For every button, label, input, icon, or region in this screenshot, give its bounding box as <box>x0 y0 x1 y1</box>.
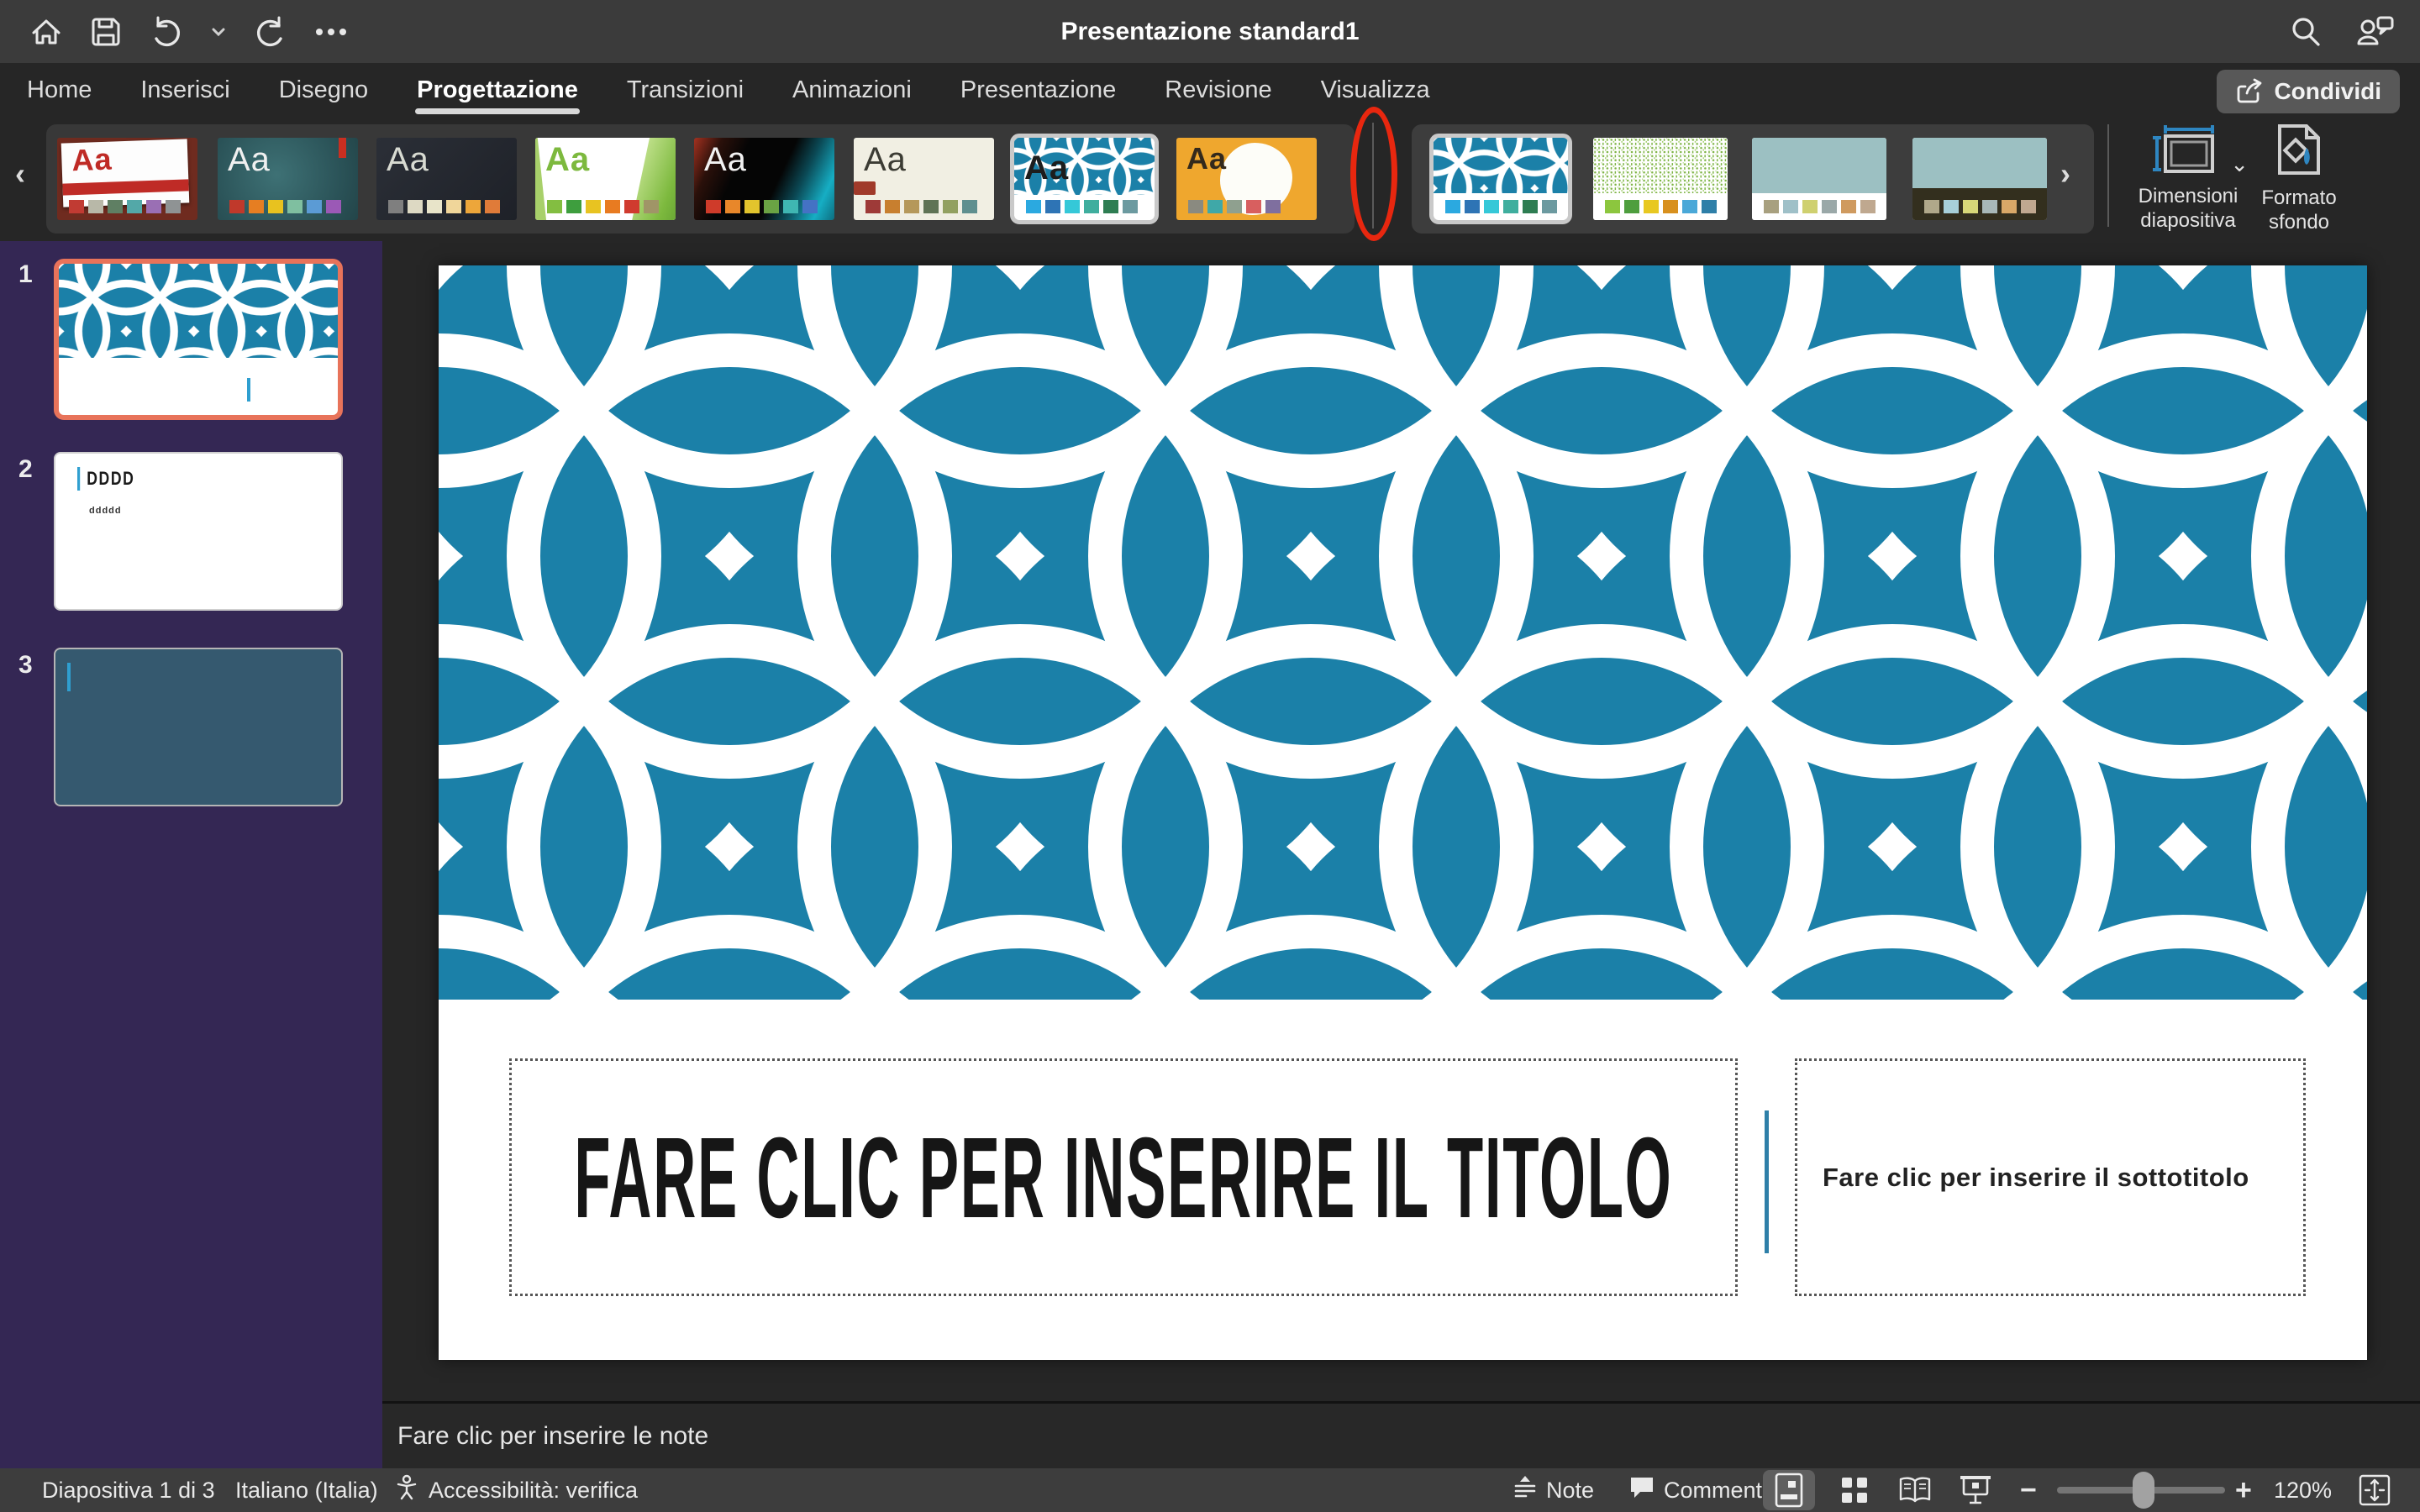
theme-color-swatches <box>706 200 818 213</box>
format-background-icon <box>2273 123 2325 181</box>
theme-color-swatches <box>1924 200 2036 213</box>
share-button-label: Condividi <box>2274 78 2381 105</box>
variants-gallery <box>1412 124 2094 234</box>
theme-color-swatches <box>69 200 181 213</box>
tab-home[interactable]: Home <box>25 70 93 111</box>
accessibility-status[interactable]: Accessibilità: verifica <box>393 1468 638 1512</box>
theme-thumbnail-blue-circles[interactable]: Aa <box>1014 138 1155 220</box>
fit-slide-to-window-button[interactable] <box>2358 1468 2391 1512</box>
tab-animazioni[interactable]: Animazioni <box>791 70 913 111</box>
slide-number-3: 3 <box>18 651 33 680</box>
red-annotation-ellipse <box>1350 107 1397 241</box>
notes-pane[interactable]: Fare clic per inserire le note <box>382 1401 2420 1468</box>
zoom-out-button[interactable]: − <box>2020 1468 2037 1512</box>
share-icon <box>2235 78 2264 105</box>
tab-transizioni[interactable]: Transizioni <box>625 70 745 111</box>
gallery-scroll-left-icon[interactable]: ‹ <box>15 156 25 192</box>
save-icon[interactable] <box>89 15 123 49</box>
theme-thumbnail-orange-badge[interactable]: Aa <box>1176 138 1317 220</box>
title-subtitle-divider <box>1765 1110 1769 1253</box>
reading-view-button[interactable] <box>1889 1470 1941 1510</box>
zoom-percentage[interactable]: 120% <box>2274 1468 2332 1512</box>
notes-toggle[interactable]: Note <box>1512 1468 1594 1512</box>
slide-thumbnail-1[interactable] <box>54 259 343 420</box>
share-button[interactable]: Condividi <box>2217 70 2400 113</box>
variant-thumbnail-variant-blue-pattern[interactable] <box>1434 138 1568 220</box>
slide-size-icon <box>2150 123 2226 179</box>
theme-color-swatches <box>1764 200 1876 213</box>
subtitle-placeholder[interactable]: Fare clic per inserire il sottotitolo <box>1795 1058 2306 1296</box>
comments-icon <box>1628 1475 1655 1506</box>
design-ribbon-gallery: ‹ AaAaAaAaAaAaAaAa › ⌄ Dimensionidiaposi… <box>0 118 2420 241</box>
slide-counter: Diapositiva 1 di 3 <box>42 1468 215 1512</box>
slide-canvas: FARE CLIC PER INSERIRE IL TITOLO Fare cl… <box>382 241 2420 1401</box>
title-placeholder-text: FARE CLIC PER INSERIRE IL TITOLO <box>574 1111 1672 1243</box>
theme-thumbnail-cream-wisp[interactable]: Aa <box>854 138 994 220</box>
theme-color-swatches <box>1445 200 1557 213</box>
slide-number-1: 1 <box>18 260 33 289</box>
more-options-icon[interactable] <box>314 27 348 37</box>
slide-size-chevron-icon: ⌄ <box>2230 151 2249 177</box>
theme-thumbnail-teal-dark[interactable]: Aa <box>218 138 358 220</box>
slide-pattern-background <box>439 265 2367 1000</box>
theme-color-swatches <box>1605 200 1717 213</box>
tab-disegno[interactable]: Disegno <box>277 70 370 111</box>
theme-thumbnail-green-facet[interactable]: Aa <box>535 138 676 220</box>
ribbon-group-divider <box>2107 124 2109 227</box>
slide-thumbnail-3[interactable] <box>54 648 343 806</box>
accessibility-icon <box>393 1474 420 1507</box>
notes-placeholder-text: Fare clic per inserire le note <box>397 1422 708 1451</box>
tab-inserisci[interactable]: Inserisci <box>139 70 231 111</box>
ribbon-tab-bar: Home Inserisci Disegno Progettazione Transiz… <box>0 63 2420 118</box>
themes-gallery: AaAaAaAaAaAaAaAa <box>46 124 1355 234</box>
slide-sorter-view-button[interactable] <box>1828 1470 1881 1510</box>
slideshow-view-button[interactable] <box>1949 1470 2002 1510</box>
variant-thumbnail-variant-green-pattern[interactable] <box>1593 138 1728 220</box>
search-icon[interactable] <box>2289 15 2323 49</box>
share-people-icon[interactable] <box>2354 13 2396 50</box>
theme-thumbnail-brick-red[interactable]: Aa <box>57 138 197 220</box>
ribbon-tabs: Home Inserisci Disegno Progettazione Transiz… <box>25 63 1432 118</box>
theme-thumbnail-charcoal[interactable]: Aa <box>376 138 517 220</box>
undo-icon[interactable] <box>148 13 185 50</box>
theme-color-swatches <box>388 200 500 213</box>
subtitle-placeholder-text: Fare clic per inserire il sottotitolo <box>1797 1163 2249 1193</box>
theme-thumbnail-black-abstract[interactable]: Aa <box>694 138 834 220</box>
language-indicator[interactable]: Italiano (Italia) <box>235 1468 378 1512</box>
slide-thumbnail-panel: 1 2 DDDD ddddd 3 <box>0 241 382 1468</box>
notes-icon <box>1512 1474 1538 1507</box>
thumbnail-title-text: DDDD <box>77 467 134 491</box>
zoom-in-button[interactable]: + <box>2235 1468 2252 1512</box>
variant-thumbnail-variant-sage-plain[interactable] <box>1752 138 1886 220</box>
theme-color-swatches <box>547 200 659 213</box>
redo-icon[interactable] <box>252 13 289 50</box>
comments-toggle[interactable]: Commenti <box>1628 1468 1767 1512</box>
thumbnail-body-text: ddddd <box>89 506 122 516</box>
format-background-button[interactable]: Formatosfondo <box>2249 123 2349 234</box>
slide-1-editor[interactable]: FARE CLIC PER INSERIRE IL TITOLO Fare cl… <box>439 265 2367 1360</box>
gallery-scroll-right-icon[interactable]: › <box>2060 156 2070 192</box>
theme-color-swatches <box>865 200 977 213</box>
tab-progettazione[interactable]: Progettazione <box>415 70 580 111</box>
title-placeholder[interactable]: FARE CLIC PER INSERIRE IL TITOLO <box>509 1058 1738 1296</box>
tab-visualizza[interactable]: Visualizza <box>1319 70 1432 111</box>
theme-color-swatches <box>229 200 341 213</box>
zoom-slider-thumb[interactable] <box>2133 1472 2154 1509</box>
slide-number-2: 2 <box>18 455 33 484</box>
title-bar: Presentazione standard1 <box>0 0 2420 63</box>
document-title: Presentazione standard1 <box>0 0 2420 63</box>
tab-presentazione[interactable]: Presentazione <box>959 70 1118 111</box>
normal-view-button[interactable] <box>1763 1470 1815 1510</box>
theme-color-swatches <box>1026 200 1138 213</box>
tab-revisione[interactable]: Revisione <box>1163 70 1273 111</box>
slide-thumbnail-2[interactable]: DDDD ddddd <box>54 452 343 611</box>
status-bar: Diapositiva 1 di 3 Italiano (Italia) Acc… <box>0 1468 2420 1512</box>
undo-dropdown-chevron-icon[interactable] <box>210 24 227 40</box>
theme-color-swatches <box>1188 200 1281 213</box>
slide-size-button[interactable]: ⌄ Dimensionidiapositiva <box>2121 123 2255 233</box>
home-icon[interactable] <box>29 14 64 50</box>
variant-thumbnail-variant-teal-dark-bar[interactable] <box>1912 138 2047 220</box>
